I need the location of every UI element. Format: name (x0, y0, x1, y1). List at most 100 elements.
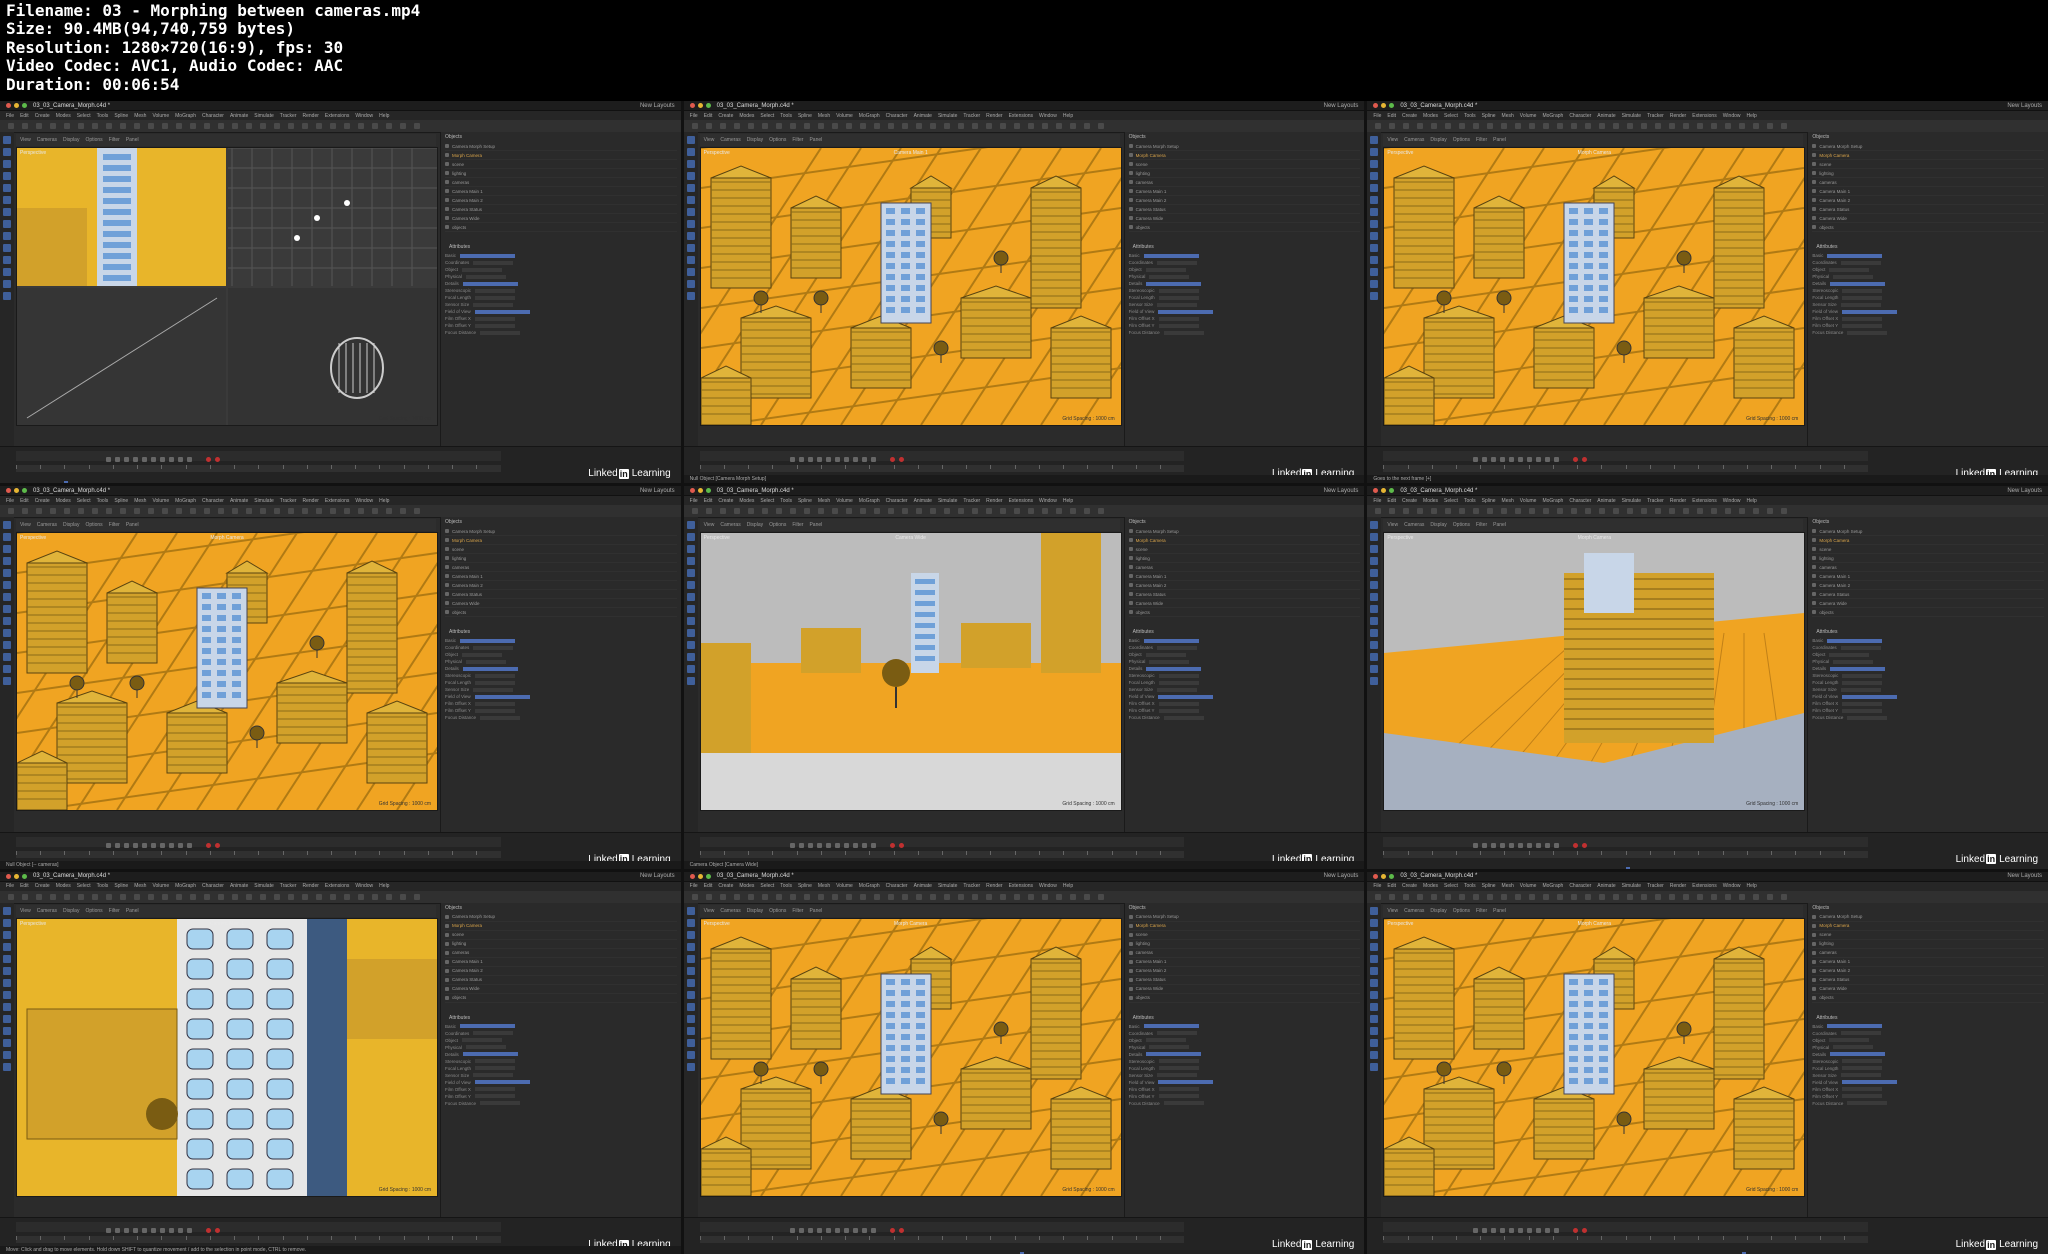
tool-icon[interactable] (1370, 641, 1379, 650)
object-tree-row[interactable]: lighting (445, 554, 677, 564)
viewport-menu-item[interactable]: Options (1453, 908, 1470, 914)
toolbar-button[interactable] (1445, 893, 1452, 900)
playback-button[interactable] (1509, 842, 1515, 848)
menu-item[interactable]: Extensions (325, 883, 349, 889)
attribute-row[interactable]: Stereoscopic (1129, 287, 1361, 294)
menu-item[interactable]: Window (1039, 498, 1057, 504)
toolbar-button[interactable] (1417, 123, 1424, 129)
playback-button[interactable] (1500, 1228, 1506, 1233)
menu-item[interactable]: Help (1063, 883, 1073, 889)
toolbar-button[interactable] (1599, 508, 1606, 515)
object-tree-row[interactable]: Camera Wide (445, 985, 677, 994)
menu-item[interactable]: Simulate (938, 883, 957, 889)
toolbar-button[interactable] (36, 893, 42, 900)
toolbar-button[interactable] (1375, 123, 1382, 129)
toolbar-button[interactable] (719, 508, 726, 515)
toolbar-button[interactable] (1487, 123, 1494, 129)
menu-item[interactable]: Mesh (818, 883, 830, 889)
playback-button[interactable] (169, 457, 174, 463)
object-tree-row[interactable]: cameras (445, 949, 677, 958)
tool-icon[interactable] (3, 256, 11, 264)
tool-icon[interactable] (1370, 954, 1379, 963)
toolbar-button[interactable] (901, 893, 908, 900)
object-tree-row[interactable]: Camera Main 1 (445, 572, 677, 582)
toolbar-button[interactable] (1767, 508, 1774, 515)
object-tree-row[interactable]: Camera Morph Setup (1812, 142, 2044, 151)
viewport-menu-item[interactable]: Cameras (720, 137, 740, 143)
menu-item[interactable]: Character (1569, 883, 1591, 889)
tool-icon[interactable] (686, 593, 695, 602)
menu-item[interactable]: Simulate (254, 113, 273, 119)
toolbar-button[interactable] (1473, 123, 1480, 129)
menu-item[interactable]: File (1373, 498, 1381, 504)
toolbar-button[interactable] (887, 123, 894, 129)
toolbar-button[interactable] (92, 893, 98, 900)
toolbar-button[interactable] (414, 123, 420, 129)
document-tab[interactable]: 03_03_Camera_Morph.c4d * (1400, 488, 1477, 494)
toolbar-button[interactable] (344, 893, 350, 900)
menu-item[interactable]: Tracker (280, 498, 297, 504)
toolbar-button[interactable] (1529, 123, 1536, 129)
toolbar-button[interactable] (120, 508, 126, 515)
playback-button[interactable] (124, 842, 129, 848)
menu-item[interactable]: Animate (914, 113, 932, 119)
tool-icon[interactable] (1370, 1038, 1379, 1047)
viewport-menu-item[interactable]: Filter (109, 137, 120, 143)
viewport-menu-item[interactable]: Display (747, 522, 763, 528)
toolbar-button[interactable] (372, 123, 378, 129)
toolbar-button[interactable] (218, 508, 224, 515)
tool-icon[interactable] (1370, 244, 1379, 252)
toolbar-button[interactable] (1027, 123, 1034, 129)
viewport-menu-item[interactable]: Filter (792, 137, 803, 143)
record-button[interactable] (889, 842, 895, 848)
toolbar-button[interactable] (733, 123, 740, 129)
attribute-row[interactable]: Details (1812, 665, 2044, 672)
attribute-row[interactable]: Object (445, 1037, 677, 1044)
menu-item[interactable]: Character (886, 883, 908, 889)
toolbar-button[interactable] (1641, 508, 1648, 515)
object-tree-row[interactable]: Camera Status (445, 205, 677, 214)
playback-button[interactable] (834, 1228, 840, 1233)
viewport-menu-item[interactable]: View (20, 137, 31, 143)
attribute-row[interactable]: Film Offset X (445, 315, 677, 322)
viewport-menu-item[interactable]: Cameras (37, 908, 57, 914)
menu-item[interactable]: Create (1402, 883, 1417, 889)
menu-item[interactable]: Select (1444, 498, 1458, 504)
playback-button[interactable] (861, 842, 867, 848)
document-tab[interactable]: 03_03_Camera_Morph.c4d * (1400, 873, 1477, 879)
attribute-row[interactable]: Stereoscopic (1129, 672, 1361, 679)
viewport-menu-item[interactable]: Panel (809, 137, 822, 143)
object-tree-row[interactable]: cameras (1128, 563, 1361, 573)
toolbar-button[interactable] (943, 508, 950, 515)
toolbar-button[interactable] (859, 508, 866, 515)
menu-item[interactable]: MoGraph (1542, 498, 1563, 504)
tool-icon[interactable] (1370, 292, 1379, 300)
3d-viewport[interactable]: Perspective Camera Main 1 Grid Spacing :… (699, 147, 1122, 426)
attribute-row[interactable]: Details (1812, 1051, 2044, 1058)
viewport-menu-item[interactable]: Display (1430, 908, 1446, 914)
tool-icon[interactable] (686, 966, 695, 975)
tool-icon[interactable] (686, 292, 695, 300)
attribute-row[interactable]: Focus Distance (1129, 714, 1361, 721)
menu-item[interactable]: Tools (1464, 113, 1476, 119)
toolbar-button[interactable] (817, 893, 824, 900)
object-tree-row[interactable]: lighting (445, 169, 677, 178)
attribute-row[interactable]: Stereoscopic (1129, 1058, 1361, 1065)
menu-item[interactable]: File (1373, 113, 1381, 119)
playback-button[interactable] (870, 842, 876, 848)
menu-item[interactable]: Select (77, 113, 91, 119)
attribute-row[interactable]: Coordinates (445, 259, 677, 266)
menu-item[interactable]: Character (1569, 113, 1591, 119)
tool-icon[interactable] (686, 1062, 695, 1071)
3d-viewport[interactable]: Perspective Morph Camera Grid Spacing : … (699, 917, 1122, 1197)
attribute-row[interactable]: Film Offset X (445, 700, 677, 707)
toolbar-button[interactable] (831, 123, 838, 129)
attributes-tab[interactable]: Attributes (1129, 242, 1361, 252)
menu-item[interactable]: Tracker (280, 883, 297, 889)
menu-item[interactable]: Select (77, 883, 91, 889)
menu-item[interactable]: Render (303, 498, 319, 504)
toolbar-button[interactable] (1641, 123, 1648, 129)
tool-icon[interactable] (686, 220, 695, 228)
menu-item[interactable]: Simulate (1622, 113, 1641, 119)
toolbar-button[interactable] (330, 123, 336, 129)
